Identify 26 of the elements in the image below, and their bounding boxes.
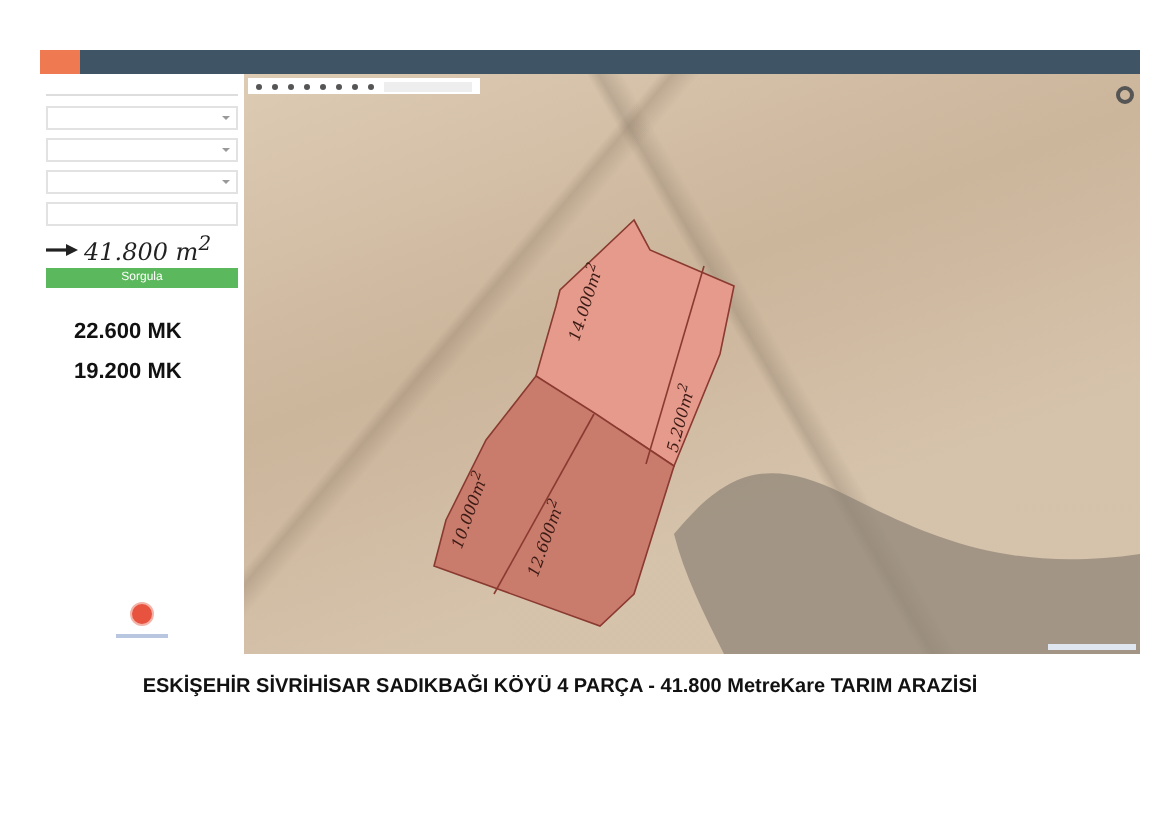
logo-icon: [130, 602, 154, 626]
area-total: 19.200 MK: [74, 360, 184, 384]
settings-icon[interactable]: [1116, 86, 1134, 104]
toolbar-dot-icon[interactable]: [304, 83, 310, 89]
caret-icon: [222, 116, 230, 120]
toolbar-dot-icon[interactable]: [336, 83, 342, 89]
coordinate-field[interactable]: [384, 81, 472, 91]
dropdown-field[interactable]: [46, 138, 238, 162]
area-total: 22.600 MK: [74, 320, 184, 344]
handwritten-area-note: 41.800 m$^{2}$: [84, 234, 212, 266]
map-attribution: [1048, 644, 1136, 650]
listing-caption: ESKİŞEHİR SİVRİHİSAR SADIKBAĞI KÖYÜ 4 PARÇA - 41.800 MetreKare TARIM ARAZİSİ: [140, 676, 980, 698]
toolbar-dot-icon[interactable]: [272, 83, 278, 89]
dropdown-field[interactable]: [46, 106, 238, 130]
input-field[interactable]: [46, 202, 238, 226]
toolbar-dot-icon[interactable]: [256, 83, 262, 89]
toolbar-dot-icon[interactable]: [352, 83, 358, 89]
logo-caption-line: [116, 634, 168, 638]
toolbar-dot-icon[interactable]: [320, 83, 326, 89]
arrow-icon: [46, 244, 78, 256]
toolbar-dot-icon[interactable]: [288, 83, 294, 89]
caret-icon: [222, 148, 230, 152]
caret-icon: [222, 180, 230, 184]
dropdown-field[interactable]: [46, 170, 238, 194]
toolbar-dot-icon[interactable]: [368, 83, 374, 89]
land-parcel[interactable]: [535, 218, 735, 468]
